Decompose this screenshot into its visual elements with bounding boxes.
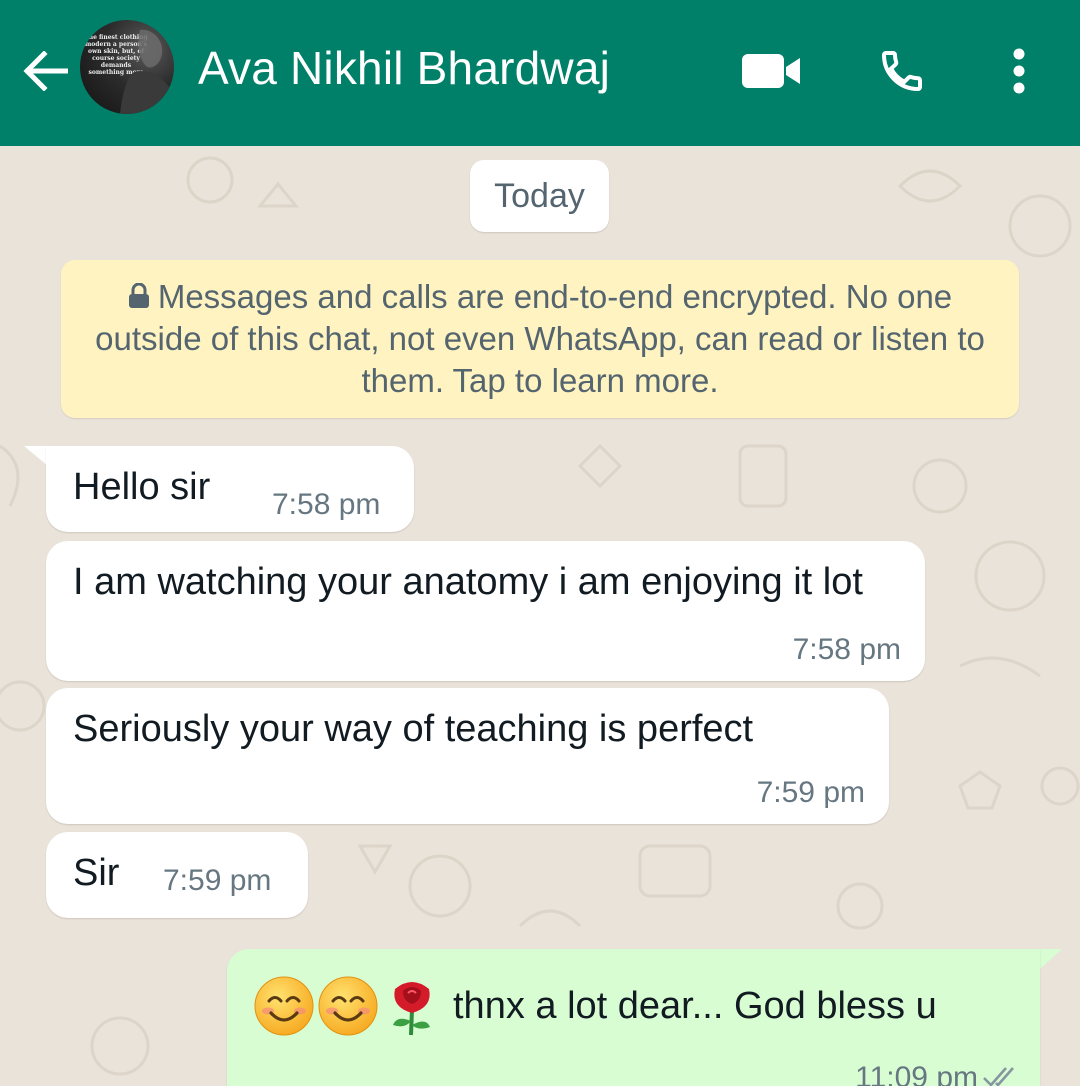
- date-label: Today: [470, 160, 609, 232]
- back-button[interactable]: [18, 38, 72, 104]
- more-options-icon: [1013, 48, 1025, 94]
- incoming-message[interactable]: Hello sir 7:58 pm: [46, 446, 414, 532]
- message-text: Hello sir: [73, 466, 211, 508]
- message-time: 7:59 pm: [163, 864, 272, 897]
- back-arrow-icon: [23, 51, 68, 91]
- message-body: thnx a lot dear... God bless u: [253, 975, 937, 1037]
- chat-area[interactable]: Today Messages and calls are end-to-end …: [0, 146, 1080, 1086]
- smiling-face-icon: [253, 975, 315, 1037]
- lock-icon: [128, 283, 149, 308]
- message-time: 7:58 pm: [792, 633, 901, 666]
- encryption-notice[interactable]: Messages and calls are end-to-end encryp…: [61, 260, 1019, 418]
- outgoing-message[interactable]: thnx a lot dear... God bless u 11:09 pm: [227, 949, 1040, 1086]
- voice-call-button[interactable]: [866, 38, 938, 104]
- rose-icon: [381, 975, 443, 1037]
- read-receipt-icon: [983, 1067, 1014, 1086]
- message-time: 11:09 pm: [855, 1061, 978, 1086]
- incoming-bubble-tail: [24, 446, 48, 466]
- encryption-notice-text: Messages and calls are end-to-end encryp…: [95, 278, 985, 399]
- message-time: 7:58 pm: [272, 488, 381, 521]
- smiling-face-icon: [317, 975, 379, 1037]
- incoming-message[interactable]: Sir 7:59 pm: [46, 832, 308, 918]
- message-time: 7:59 pm: [756, 776, 865, 809]
- message-text: thnx a lot dear... God bless u: [453, 985, 937, 1027]
- video-call-icon: [742, 54, 800, 88]
- more-options-button[interactable]: [992, 38, 1046, 104]
- video-call-button[interactable]: [734, 38, 810, 104]
- chat-header: The finest clothing modern a person's ow…: [0, 0, 1080, 146]
- message-text: I am watching your anatomy i am enjoying…: [73, 561, 863, 603]
- avatar-portrait: [120, 29, 172, 114]
- avatar[interactable]: The finest clothing modern a person's ow…: [80, 20, 174, 114]
- message-text: Sir: [73, 852, 120, 894]
- contact-name[interactable]: Ava Nikhil Bhardwaj: [198, 40, 610, 96]
- outgoing-bubble-tail: [1040, 949, 1062, 969]
- incoming-message[interactable]: Seriously your way of teaching is perfec…: [46, 688, 889, 824]
- incoming-message[interactable]: I am watching your anatomy i am enjoying…: [46, 541, 925, 681]
- message-text: Seriously your way of teaching is perfec…: [73, 708, 754, 750]
- voice-call-icon: [881, 51, 922, 92]
